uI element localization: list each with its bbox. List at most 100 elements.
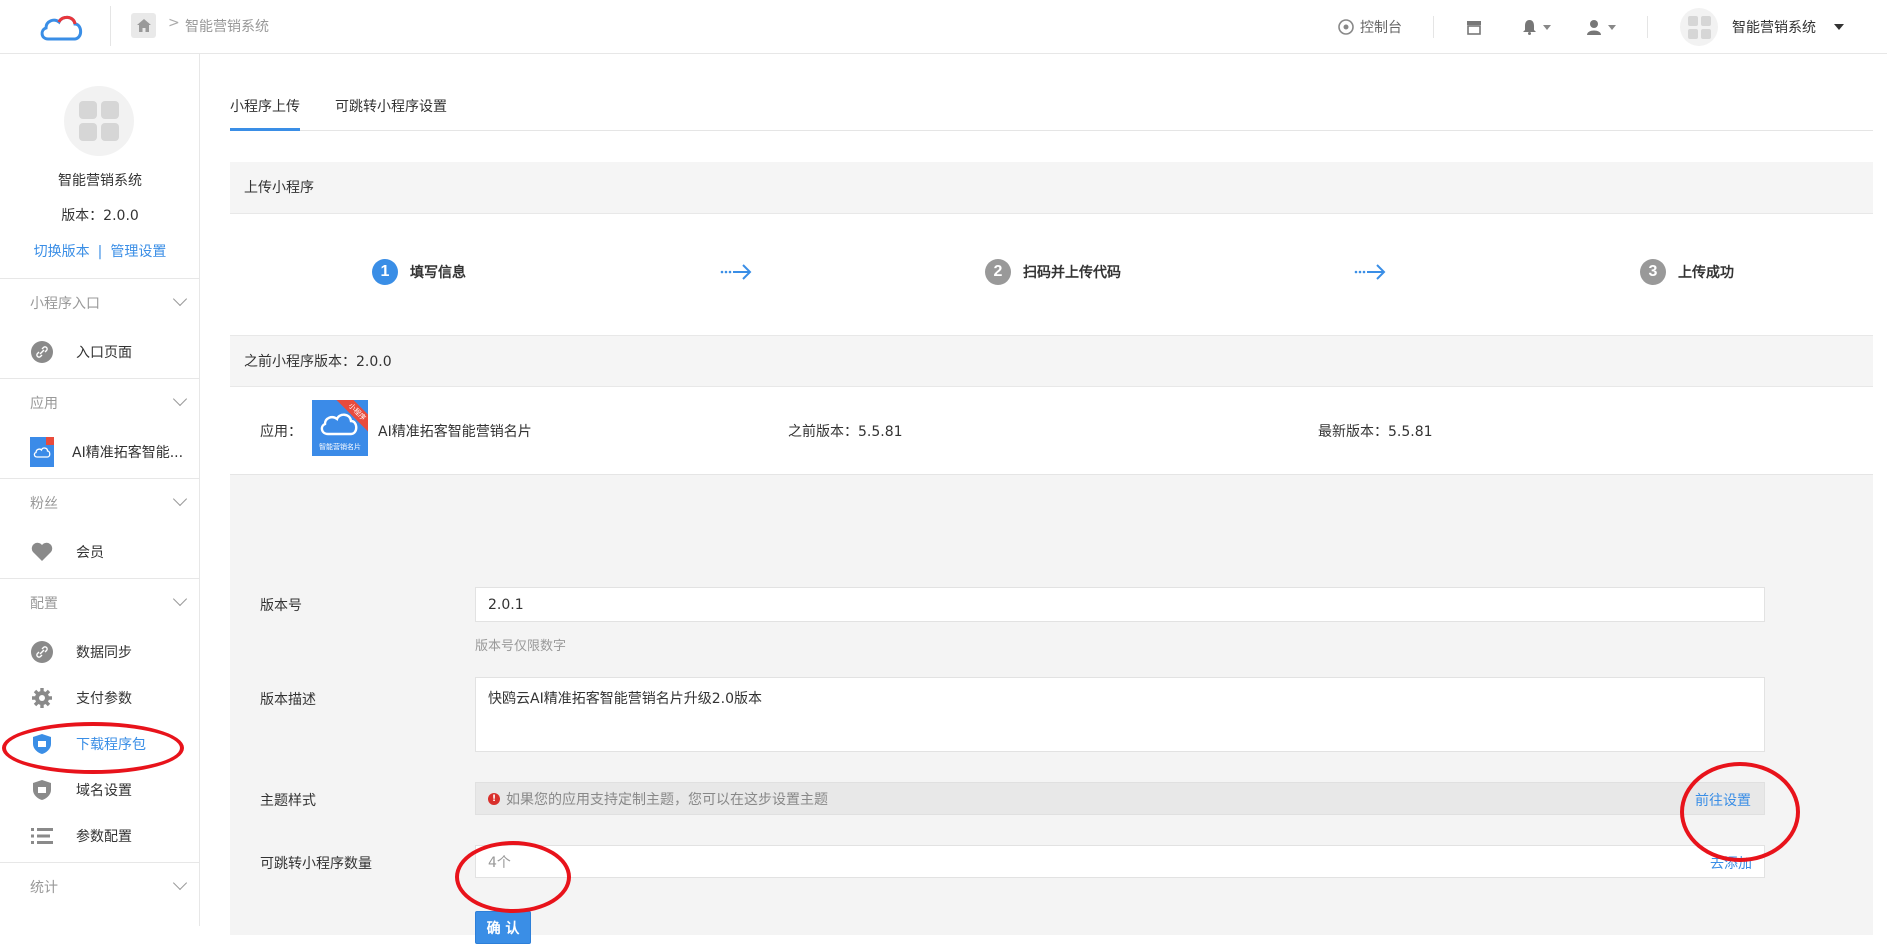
previous-app-row: 应用： 小程序 智能营销名片 AI精准拓客智能营销名片 之前版本：5.5.81 … bbox=[230, 387, 1873, 475]
cloud-logo-icon[interactable] bbox=[38, 11, 84, 45]
upload-form: 版本号 2.0.1 版本号仅限数字 版本描述 快鸥云AI精准拓客智能营销名片升级… bbox=[230, 475, 1873, 944]
divider bbox=[1647, 16, 1648, 38]
link-icon bbox=[31, 641, 53, 663]
sidebar-item-domain[interactable]: 域名设置 bbox=[0, 767, 199, 813]
upload-panel-title: 上传小程序 bbox=[230, 162, 1873, 214]
step-label: 扫码并上传代码 bbox=[1023, 265, 1121, 281]
step-label: 上传成功 bbox=[1678, 265, 1734, 281]
chevron-down-icon bbox=[172, 491, 188, 507]
tab-jump-settings[interactable]: 可跳转小程序设置 bbox=[335, 96, 447, 116]
jump-count-label: 可跳转小程序数量 bbox=[260, 856, 372, 872]
switch-version-link[interactable]: 切换版本 bbox=[34, 244, 90, 260]
version-input[interactable]: 2.0.1 bbox=[475, 587, 1765, 622]
console-label: 控制台 bbox=[1360, 20, 1402, 36]
chevron-down-icon bbox=[1608, 24, 1616, 30]
sidebar-item-members[interactable]: 会员 bbox=[0, 529, 199, 575]
sidebar-group-config: 配置 数据同步 支付参数 下载程序包 域名设置 参数配置 bbox=[0, 578, 199, 859]
user-menu-button[interactable] bbox=[1586, 0, 1616, 54]
app-icon-caption: 智能营销名片 bbox=[319, 443, 361, 451]
home-icon bbox=[136, 19, 151, 32]
tab-active-indicator bbox=[230, 128, 300, 131]
sidebar-links: 切换版本 | 管理设置 bbox=[0, 241, 199, 261]
gear-icon bbox=[32, 688, 52, 708]
list-icon bbox=[31, 828, 53, 844]
shield-icon bbox=[33, 734, 51, 754]
jump-count-input[interactable]: 4个 bbox=[475, 845, 1765, 878]
step-number: 1 bbox=[372, 259, 398, 285]
link-icon bbox=[31, 341, 53, 363]
sidebar-item-label: 域名设置 bbox=[76, 783, 132, 799]
sidebar-item-label: 下载程序包 bbox=[76, 737, 146, 753]
heart-icon bbox=[31, 542, 53, 561]
chevron-down-icon bbox=[1543, 24, 1551, 30]
sidebar-item-label: 入口页面 bbox=[76, 345, 132, 361]
desc-textarea[interactable]: 快鸥云AI精准拓客智能营销名片升级2.0版本 bbox=[475, 677, 1765, 752]
home-button[interactable] bbox=[131, 13, 156, 38]
tab-upload[interactable]: 小程序上传 bbox=[230, 96, 300, 116]
sidebar-item-payment[interactable]: 支付参数 bbox=[0, 675, 199, 721]
bell-icon bbox=[1523, 20, 1536, 35]
sidebar-group-title[interactable]: 统计 bbox=[0, 863, 199, 913]
notification-button[interactable] bbox=[1522, 0, 1551, 54]
step-3: 3 上传成功 bbox=[1640, 259, 1734, 285]
sidebar: 智能营销系统 版本：2.0.0 切换版本 | 管理设置 小程序入口 入口页面 应用 … bbox=[0, 54, 200, 926]
previous-version-title: 之前小程序版本：2.0.0 bbox=[230, 335, 1873, 387]
sidebar-item-label: 会员 bbox=[76, 545, 104, 561]
step-number: 2 bbox=[985, 259, 1011, 285]
step-1: 1 填写信息 bbox=[372, 259, 466, 285]
sidebar-app-name: 智能营销系统 bbox=[58, 173, 142, 189]
theme-settings-link[interactable]: 前往设置 bbox=[1695, 790, 1751, 810]
arrow-right-icon bbox=[1354, 264, 1386, 280]
sidebar-item-params[interactable]: 参数配置 bbox=[0, 813, 199, 859]
step-label: 填写信息 bbox=[410, 265, 466, 281]
link-separator: | bbox=[97, 244, 103, 260]
chevron-down-icon bbox=[172, 291, 188, 307]
app-name: AI精准拓客智能营销名片 bbox=[378, 424, 532, 440]
console-link[interactable]: 控制台 bbox=[1338, 0, 1402, 54]
manage-settings-link[interactable]: 管理设置 bbox=[110, 244, 166, 260]
desc-label: 版本描述 bbox=[260, 692, 316, 708]
top-bar: > 智能营销系统 控制台 智能营销系统 bbox=[0, 0, 1887, 54]
divider bbox=[110, 6, 111, 46]
main-content: 小程序上传 可跳转小程序设置 上传小程序 1 填写信息 2 扫码并上传代码 3 … bbox=[230, 54, 1873, 944]
app-label: 应用： bbox=[260, 424, 302, 440]
sidebar-group-stats: 统计 bbox=[0, 862, 199, 913]
chevron-right-icon: > bbox=[168, 15, 180, 31]
chevron-down-icon bbox=[1834, 24, 1844, 30]
confirm-button[interactable]: 确 认 bbox=[475, 911, 531, 944]
tab-bar: 小程序上传 可跳转小程序设置 bbox=[230, 54, 1873, 131]
sidebar-item-label: AI精准拓客智能... bbox=[72, 445, 184, 461]
sidebar-group-title[interactable]: 配置 bbox=[0, 579, 199, 629]
store-button[interactable] bbox=[1466, 0, 1482, 54]
previous-version: 之前版本：5.5.81 bbox=[788, 424, 903, 440]
chevron-down-icon bbox=[172, 591, 188, 607]
arrow-right-icon bbox=[720, 264, 752, 280]
app-icon: 小程序 智能营销名片 bbox=[312, 400, 368, 456]
sidebar-group-entry: 小程序入口 入口页面 bbox=[0, 278, 199, 375]
theme-notice: ! 如果您的应用支持定制主题，您可以在这步设置主题 bbox=[475, 782, 1765, 815]
step-progress: 1 填写信息 2 扫码并上传代码 3 上传成功 bbox=[230, 214, 1873, 334]
sidebar-group-title[interactable]: 小程序入口 bbox=[0, 279, 199, 329]
chevron-down-icon bbox=[172, 875, 188, 891]
theme-label: 主题样式 bbox=[260, 793, 316, 809]
warning-icon: ! bbox=[488, 792, 500, 805]
sidebar-group-title[interactable]: 粉丝 bbox=[0, 479, 199, 529]
sidebar-group-fans: 粉丝 会员 bbox=[0, 478, 199, 575]
sidebar-item-download-package[interactable]: 下载程序包 bbox=[0, 721, 199, 767]
sidebar-item-label: 参数配置 bbox=[76, 829, 132, 845]
sidebar-group-title[interactable]: 应用 bbox=[0, 379, 199, 429]
sidebar-item-entry-page[interactable]: 入口页面 bbox=[0, 329, 199, 375]
version-help: 版本号仅限数字 bbox=[475, 639, 567, 654]
shield-icon bbox=[33, 780, 51, 800]
account-name: 智能营销系统 bbox=[1732, 20, 1816, 36]
account-menu[interactable]: 智能营销系统 bbox=[1680, 0, 1844, 54]
version-label: 版本号 bbox=[260, 598, 302, 614]
add-jump-link[interactable]: 去添加 bbox=[1710, 853, 1752, 873]
sidebar-item-data-sync[interactable]: 数据同步 bbox=[0, 629, 199, 675]
sidebar-version: 版本：2.0.0 bbox=[61, 208, 139, 224]
sidebar-item-app[interactable]: AI精准拓客智能... bbox=[0, 429, 199, 475]
store-icon bbox=[1467, 20, 1481, 35]
breadcrumb[interactable]: 智能营销系统 bbox=[185, 16, 269, 36]
theme-notice-text: 如果您的应用支持定制主题，您可以在这步设置主题 bbox=[506, 791, 828, 808]
app-avatar bbox=[64, 86, 134, 156]
